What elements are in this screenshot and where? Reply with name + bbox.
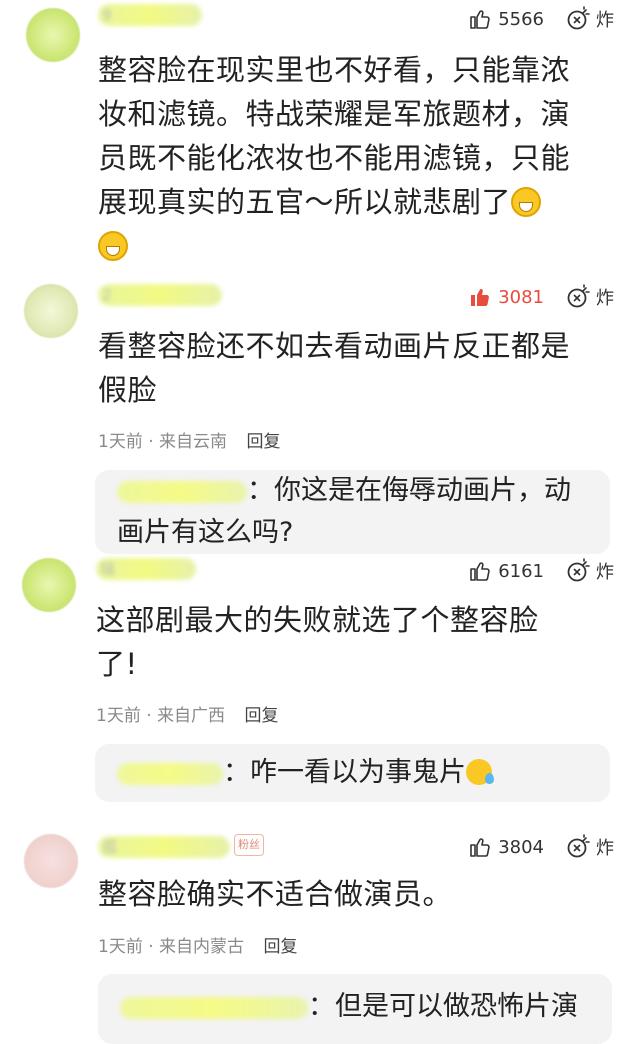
user-name[interactable]: 9 [98,4,202,26]
bomb-button[interactable]: 炸 [566,6,614,32]
comment-meta: 1天前 · 来自广西 回复 [96,706,279,726]
grin-emoji-icon [511,187,542,217]
crying-emoji-icon [466,759,494,785]
comment-time: 1天前 [98,432,143,452]
comment-line: 看整容脸还不如去看动画片反正都是 [98,329,571,363]
comment-line: 这部剧最大的失败就选了个整容脸 [96,603,539,637]
user-name[interactable]: 孤 [98,836,230,858]
comment-time: 1天前 [96,706,141,726]
bomb-icon [567,6,590,30]
comment-line: 整容脸确实不适合做演员。 [98,877,453,911]
comment-text: 看整容脸还不如去看动画片反正都是 假脸 [98,324,570,412]
reply-user-name[interactable] [120,996,308,1019]
comment-line: 整容脸在现实里也不好看，只能靠浓 [98,53,571,87]
reply-button[interactable]: 回复 [263,937,297,957]
reply-text: ：但是可以做恐怖片演 [120,986,578,1028]
bomb-button[interactable]: 炸 [566,558,614,584]
avatar[interactable] [24,834,78,888]
bomb-label: 炸 [596,10,614,31]
avatar[interactable] [26,8,80,62]
comment-actions: 3081 炸 [468,284,614,310]
comment-actions: 6161 炸 [468,558,614,584]
comment-line: 妆和滤镜。特战荣耀是军旅题材，演 [98,97,571,131]
comment-actions: 3804 炸 [468,834,614,860]
comment-line: 展现真实的五官～所以就悲剧了 [98,180,570,224]
bomb-button[interactable]: 炸 [566,284,614,310]
comment-actions: 5566 炸 [468,6,614,32]
reply-user-name[interactable] [117,480,247,503]
comment-location: 来自广西 [157,706,226,726]
like-button[interactable]: 6161 [468,559,544,583]
like-button[interactable]: 3081 [468,285,544,309]
comment-meta: 1天前 · 来自内蒙古 回复 [98,937,298,957]
user-name[interactable]: 瑞 [96,558,196,580]
comment-text: 整容脸在现实里也不好看，只能靠浓 妆和滤镜。特战荣耀是军旅题材，演 员既不能化浓… [98,48,570,268]
thumbs-up-icon [470,838,490,857]
reply-text: ：咋一看以为事鬼片 [117,752,494,794]
bomb-label: 炸 [596,288,614,309]
reply-preview[interactable]: ：咋一看以为事鬼片 [95,744,610,802]
reply-button[interactable]: 回复 [246,432,280,452]
reply-preview[interactable]: ：但是可以做恐怖片演 [98,974,612,1044]
comment-location: 来自内蒙古 [159,937,245,957]
comment-location: 来自云南 [159,432,228,452]
comment-line: 了! [96,647,138,681]
comment-text: 整容脸确实不适合做演员。 [98,872,452,916]
like-count: 5566 [498,8,544,30]
bomb-button[interactable]: 炸 [566,834,614,860]
comment-line [98,224,570,268]
fan-badge: 粉丝 [234,834,264,856]
bomb-icon [567,834,590,858]
like-count: 6161 [498,560,544,582]
user-name[interactable]: 2 [98,284,222,306]
avatar[interactable] [22,558,76,612]
bomb-icon [567,558,590,582]
like-button[interactable]: 3804 [468,835,544,859]
thumbs-up-icon [470,10,490,29]
bomb-icon [567,284,590,308]
like-count: 3081 [498,286,544,308]
comment-meta: 1天前 · 来自云南 回复 [98,432,281,452]
thumbs-up-icon [470,562,490,581]
reply-button[interactable]: 回复 [244,706,278,726]
avatar[interactable] [24,284,78,338]
reply-user-name[interactable] [117,762,223,785]
grin-emoji-icon [98,231,128,261]
reply-text: ：你这是在侮辱动画片，动 画片有这么吗? [117,475,571,548]
bomb-label: 炸 [596,562,614,583]
comment-time: 1天前 [98,937,143,957]
thumbs-up-filled-icon [471,289,490,306]
comment-text: 这部剧最大的失败就选了个整容脸 了! [96,598,539,686]
comment-line: 员既不能化浓妆也不能用滤镜，只能 [98,141,571,175]
like-count: 3804 [498,836,544,858]
bomb-label: 炸 [596,838,614,859]
like-button[interactable]: 5566 [468,7,544,31]
reply-preview[interactable]: ：你这是在侮辱动画片，动 画片有这么吗? [95,470,610,554]
comment-line: 假脸 [98,373,158,407]
